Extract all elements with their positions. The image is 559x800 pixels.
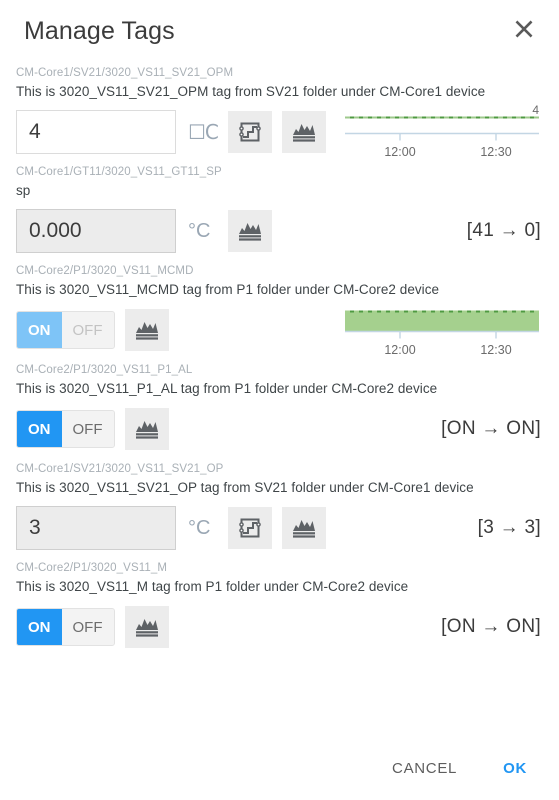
trend-chart-icon [291,120,317,144]
trend-chart-icon-button[interactable] [124,309,169,351]
tag-status-badge: [41 → 0] [466,220,541,241]
step-editor-icon [237,515,263,541]
tag-controls: ON OFF [ON → ON] [16,604,541,650]
dialog-footer: CANCEL OK [0,744,559,800]
dialog-header: Manage Tags [0,0,559,56]
tag-row-right: [ON → ON] [441,616,541,638]
close-icon[interactable] [507,12,541,46]
tag-row-right: [ON → ON] [441,418,541,440]
trend-chart-icon-button[interactable] [124,606,169,648]
cancel-button[interactable]: CANCEL [382,752,467,785]
tag-value-input[interactable] [16,110,176,154]
step-editor-icon [237,119,263,145]
trend-chart-icon-button[interactable] [228,210,272,252]
tag-status-badge: [ON → ON] [441,418,541,439]
tag-path: CM-Core1/SV21/3020_VS11_SV21_OP [16,463,224,475]
trend-chart-icon [134,318,160,342]
step-editor-icon-button[interactable] [228,507,272,549]
tag-controls: ON OFF 12:00 12:30 [16,307,541,357]
tag-description: This is 3020_VS11_M tag from P1 folder u… [16,579,409,594]
tag-row: CM-Core1/SV21/3020_VS11_SV21_OPM This is … [16,56,541,159]
tag-row: CM-Core2/P1/3020_VS11_P1_AL This is 3020_… [16,353,541,452]
trend-chart-icon [134,615,160,639]
tag-onoff-toggle[interactable]: ON OFF [16,311,115,349]
tag-row: CM-Core2/P1/3020_VS11_M This is 3020_VS11… [16,551,541,650]
tag-controls: ON OFF [ON → ON] [16,406,541,452]
tag-description: This is 3020_VS11_P1_AL tag from P1 fold… [16,381,438,396]
tag-row-right: 4 12:00 12:30 [343,103,541,159]
tag-description: sp [16,183,31,198]
tag-row: CM-Core1/GT11/3020_VS11_GT11_SPsp °C [41 →… [16,155,541,254]
toggle-option-off[interactable]: OFF [61,411,114,447]
tag-row-right: 12:00 12:30 [343,303,541,357]
sparkline-plot [345,310,539,339]
tag-row-right: [41 → 0] [467,220,541,242]
trend-chart-icon-button[interactable] [124,408,169,450]
tag-unit-label: ☐C [188,120,219,144]
tag-path: CM-Core1/SV21/3020_VS11_SV21_OPM [16,67,234,79]
step-editor-icon-button[interactable] [228,111,272,153]
trend-chart-icon [237,219,263,243]
tag-path: CM-Core2/P1/3020_VS11_M [16,562,168,574]
tag-row-right: [3 → 3] [478,517,541,539]
tag-path: CM-Core2/P1/3020_VS11_MCMD [16,265,194,277]
toggle-option-on[interactable]: ON [17,312,62,348]
trend-chart-icon [291,516,317,540]
toggle-option-on[interactable]: ON [17,411,62,447]
tag-controls: ☐C 412:0012:30 [16,103,541,159]
tag-path: CM-Core1/GT11/3020_VS11_GT11_SP [16,166,222,178]
trend-chart-icon-button[interactable] [282,507,326,549]
trend-sparkline: 4 12:00 12:30 [343,103,541,159]
tag-status-badge: [3 → 3] [477,517,541,538]
page-title: Manage Tags [24,16,175,45]
tag-value-input[interactable] [16,506,176,550]
manage-tags-dialog: Manage Tags CM-Core1/SV21/3020_VS11_SV21… [0,0,559,800]
tag-unit-label: °C [188,220,211,242]
toggle-option-on[interactable]: ON [17,609,62,645]
toggle-option-off[interactable]: OFF [61,609,114,645]
tag-row: CM-Core1/SV21/3020_VS11_SV21_OP This is 3… [16,452,541,551]
tag-description: This is 3020_VS11_MCMD tag from P1 folde… [16,282,440,297]
tag-controls: °C [41 → 0] [16,208,541,254]
tag-row: CM-Core2/P1/3020_VS11_MCMD This is 3020_V… [16,254,541,357]
tag-value-input[interactable] [16,209,176,253]
trend-chart-icon [134,417,160,441]
sparkline-plot [345,116,539,141]
toggle-option-off[interactable]: OFF [61,312,114,348]
tag-unit-label: °C [188,517,211,539]
tag-onoff-toggle[interactable]: ON OFF [16,410,115,448]
tag-status-badge: [ON → ON] [441,616,541,637]
tag-description: This is 3020_VS11_SV21_OP tag from SV21 … [16,480,474,495]
tag-controls: °C [3 → 3] [16,505,541,551]
tag-onoff-toggle[interactable]: ON OFF [16,608,115,646]
sparkline-max-label: 4 [532,103,539,117]
tag-list: CM-Core1/SV21/3020_VS11_SV21_OPM This is … [0,56,559,744]
trend-chart-icon-button[interactable] [282,111,326,153]
tag-description: This is 3020_VS11_SV21_OPM tag from SV21… [16,84,486,99]
ok-button[interactable]: OK [493,752,537,785]
trend-sparkline: 12:00 12:30 [343,303,541,357]
tag-path: CM-Core2/P1/3020_VS11_P1_AL [16,364,193,376]
